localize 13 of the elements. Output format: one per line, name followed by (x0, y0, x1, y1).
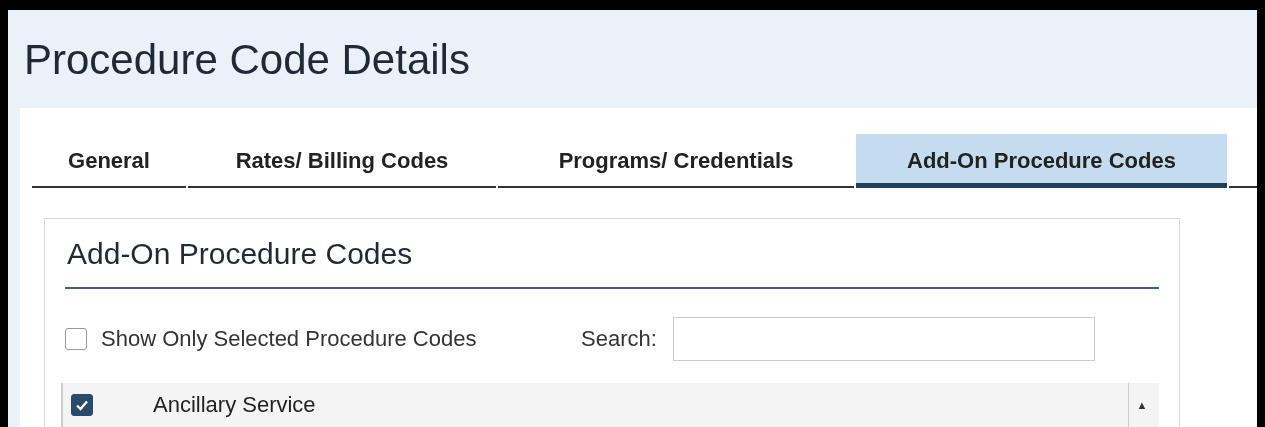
scroll-up-button[interactable]: ▲ (1128, 383, 1155, 427)
tab[interactable]: General (32, 134, 186, 188)
search-label: Search: (581, 326, 657, 352)
section-title: Add-On Procedure Codes (65, 219, 1159, 289)
tab[interactable]: Programs/ Credentials (498, 134, 854, 188)
checkbox-label: Show Only Selected Procedure Codes (101, 326, 478, 352)
row-checkbox[interactable] (71, 394, 93, 416)
search-field[interactable] (672, 317, 1095, 361)
list-item-text: Ancillary Service (153, 392, 317, 418)
tab[interactable]: Add-On Procedure Codes (856, 134, 1227, 188)
tab[interactable]: Rates/ Billing Codes (188, 134, 496, 188)
checkbox[interactable] (65, 328, 87, 350)
page-title: Procedure Code Details (23, 35, 471, 85)
